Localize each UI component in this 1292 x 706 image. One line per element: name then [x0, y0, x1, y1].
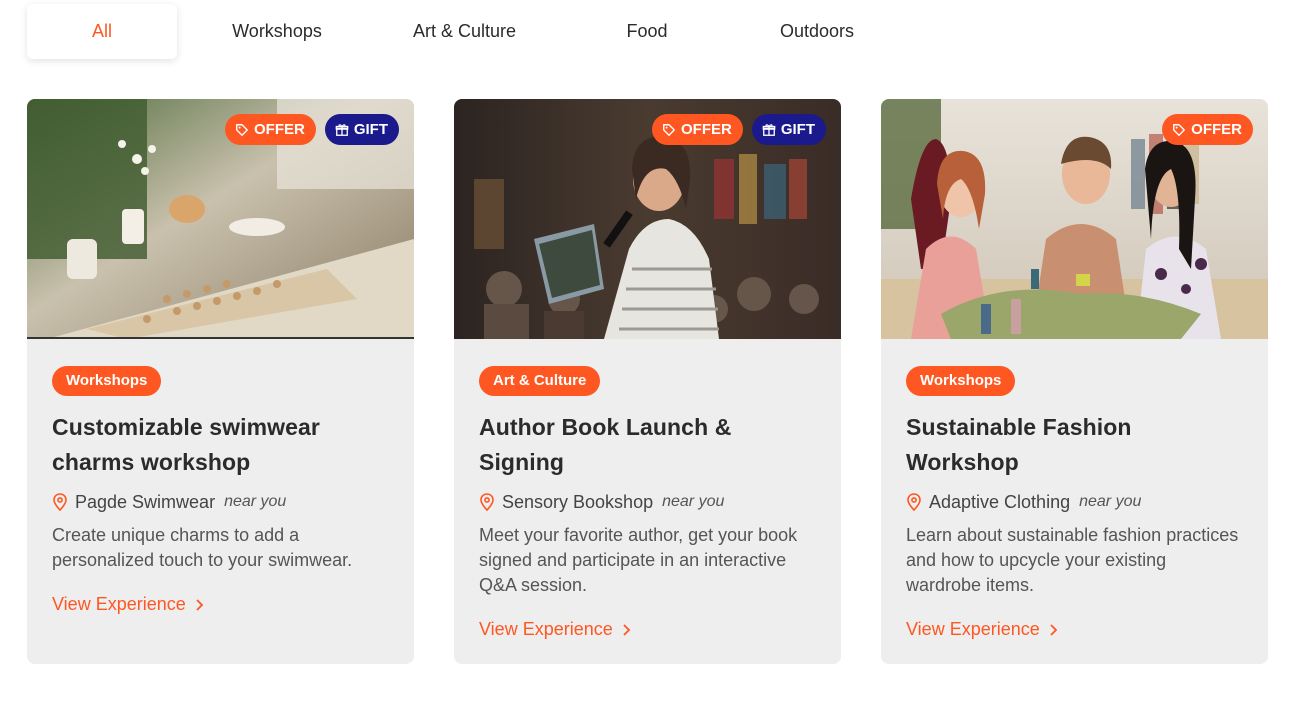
- near-you-label: near you: [662, 493, 725, 510]
- tab-art-culture[interactable]: Art & Culture: [377, 4, 552, 59]
- card-description: Meet your favorite author, get your book…: [479, 525, 798, 595]
- experience-grid: OFFER GIFT Workshops Customizable swimwe…: [27, 99, 1268, 664]
- tab-all[interactable]: All: [27, 4, 177, 59]
- view-experience-link[interactable]: View Experience: [479, 619, 816, 640]
- tag-icon: [663, 123, 675, 136]
- card-location: Adaptive Clothing near you: [906, 489, 1243, 515]
- offer-badge: OFFER: [224, 114, 316, 145]
- view-experience-link[interactable]: View Experience: [906, 619, 1243, 640]
- tab-food[interactable]: Food: [552, 4, 742, 59]
- gift-icon: [335, 123, 349, 136]
- tab-workshops[interactable]: Workshops: [177, 4, 377, 59]
- offer-badge: OFFER: [651, 114, 743, 145]
- card-body: Art & Culture Author Book Launch & Signi…: [454, 339, 841, 664]
- offer-label: OFFER: [253, 121, 305, 138]
- experience-card[interactable]: OFFER GIFT Workshops Customizable swimwe…: [27, 99, 414, 664]
- card-description: Create unique charms to add a personaliz…: [52, 525, 353, 570]
- offer-label: OFFER: [680, 121, 732, 138]
- chevron-right-icon: [196, 598, 204, 611]
- location-pin-icon: [480, 493, 494, 511]
- near-you-label: near you: [224, 493, 287, 510]
- card-location: Pagde Swimwear near you: [52, 489, 389, 515]
- gift-badge: GIFT: [751, 114, 826, 145]
- card-description: Learn about sustainable fashion practice…: [906, 525, 1239, 595]
- card-title[interactable]: Customizable swimwear charms workshop: [52, 410, 389, 480]
- view-experience-label: View Experience: [906, 619, 1040, 639]
- offer-label: OFFER: [1191, 121, 1242, 138]
- card-image[interactable]: OFFER: [881, 99, 1268, 339]
- view-experience-label: View Experience: [52, 594, 186, 614]
- tab-outdoors[interactable]: Outdoors: [742, 4, 892, 59]
- category-pill: Workshops: [52, 366, 162, 396]
- tag-icon: [236, 123, 248, 136]
- location-pin-icon: [53, 493, 67, 511]
- card-body: Workshops Customizable swimwear charms w…: [27, 339, 414, 639]
- gift-label: GIFT: [353, 121, 388, 138]
- tag-icon: [1173, 123, 1186, 136]
- category-pill: Art & Culture: [479, 366, 601, 396]
- card-title[interactable]: Author Book Launch & Signing: [479, 410, 816, 480]
- location-name: Pagde Swimwear: [75, 491, 216, 512]
- experience-card[interactable]: OFFER GIFT Art & Culture Author Book Lau…: [454, 99, 841, 664]
- card-body: Workshops Sustainable Fashion Workshop A…: [881, 339, 1268, 664]
- chevron-right-icon: [1050, 623, 1058, 636]
- gift-icon: [762, 123, 776, 136]
- view-experience-label: View Experience: [479, 619, 613, 639]
- category-pill: Workshops: [906, 366, 1016, 396]
- badge-group: OFFER GIFT: [651, 114, 826, 145]
- experience-card[interactable]: OFFER Workshops Sustainable Fashion Work…: [881, 99, 1268, 664]
- offer-badge: OFFER: [1162, 114, 1253, 145]
- gift-badge: GIFT: [324, 114, 399, 145]
- gift-label: GIFT: [780, 121, 815, 138]
- card-image[interactable]: OFFER GIFT: [454, 99, 841, 339]
- card-title[interactable]: Sustainable Fashion Workshop: [906, 410, 1243, 480]
- card-location: Sensory Bookshop near you: [479, 489, 816, 515]
- view-experience-link[interactable]: View Experience: [52, 594, 389, 615]
- chevron-right-icon: [623, 623, 631, 636]
- location-name: Sensory Bookshop: [502, 491, 654, 512]
- badge-group: OFFER GIFT: [224, 114, 399, 145]
- badge-group: OFFER: [1162, 114, 1253, 145]
- card-image[interactable]: OFFER GIFT: [27, 99, 414, 339]
- near-you-label: near you: [1079, 493, 1142, 510]
- location-name: Adaptive Clothing: [929, 491, 1071, 512]
- category-tabs: All Workshops Art & Culture Food Outdoor…: [27, 4, 892, 59]
- location-pin-icon: [907, 493, 921, 511]
